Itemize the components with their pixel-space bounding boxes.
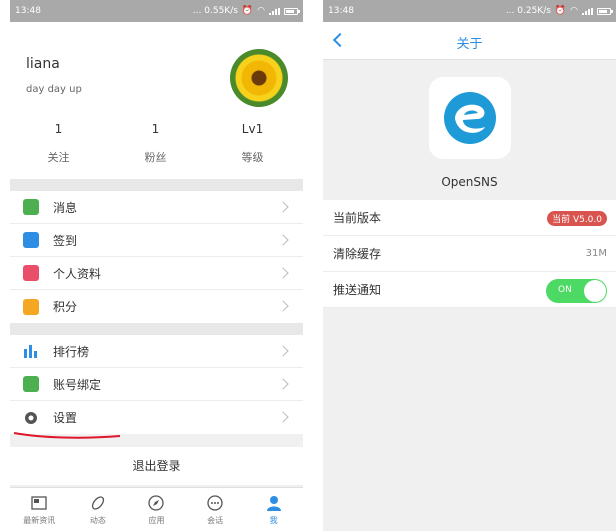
- tab-label: 动态: [89, 515, 106, 525]
- chevron-right-icon: [277, 267, 289, 279]
- stat-value: Lv1: [241, 122, 264, 136]
- tab-activity[interactable]: 动态: [69, 488, 128, 531]
- points-icon: [23, 298, 39, 315]
- checkin-icon: [23, 232, 39, 248]
- row-push-notification: 推送通知 ON: [323, 272, 616, 308]
- menu-item-label: 设置: [53, 411, 78, 425]
- battery-icon: [284, 7, 300, 15]
- user-name: liana: [26, 56, 60, 72]
- chevron-right-icon: [277, 345, 289, 357]
- battery-icon: [597, 7, 613, 15]
- menu-item-messages[interactable]: 消息: [10, 191, 303, 224]
- row-current-version: 当前版本 当前 V5.0.0: [323, 200, 616, 236]
- activity-icon: [89, 494, 107, 512]
- ranking-icon: [23, 343, 39, 359]
- menu-item-label: 账号绑定: [53, 377, 102, 392]
- nav-bar: 关于: [323, 22, 616, 60]
- menu-group-1: 消息 签到 个人资料 积分: [10, 191, 303, 323]
- status-bar: 13:48 ... 0.55K/s ⏰ ◠: [10, 0, 303, 22]
- app-logo-icon: [429, 77, 511, 159]
- tab-label: 最新资讯: [23, 515, 56, 525]
- user-stats: 1 关注 1 粉丝 Lv1 等级: [10, 122, 303, 165]
- apps-compass-icon: [147, 494, 165, 512]
- menu-item-points[interactable]: 积分: [10, 290, 303, 323]
- status-time: 13:48: [15, 6, 41, 16]
- tab-news[interactable]: 最新资讯: [10, 488, 69, 531]
- tab-me[interactable]: 我: [244, 488, 303, 531]
- toggle-state-label: ON: [558, 285, 572, 295]
- settings-gear-icon: [23, 410, 39, 426]
- about-screen: 13:48 ... 0.25K/s ⏰ ◠ 关于 OpenSNS 当前版本 当前…: [323, 0, 616, 531]
- tab-label: 会话: [207, 515, 224, 525]
- stat-label: 关注: [47, 151, 70, 164]
- signal-icon: [269, 7, 280, 15]
- stat-value: 1: [151, 122, 160, 136]
- chevron-right-icon: [277, 300, 289, 312]
- network-speed: ... 0.55K/s: [192, 6, 238, 16]
- push-notification-toggle[interactable]: ON: [546, 279, 607, 303]
- divider: [10, 323, 303, 335]
- row-label: 清除缓存: [333, 247, 382, 261]
- alarm-icon: ⏰: [241, 6, 254, 16]
- profile-header: liana day day up 1 关注 1 粉丝 Lv1 等级: [10, 22, 303, 179]
- stat-followers[interactable]: 1 粉丝: [107, 122, 204, 165]
- stat-label: 等级: [241, 151, 264, 164]
- signal-icon: [582, 7, 593, 15]
- chevron-right-icon: [277, 411, 289, 423]
- stat-value: 1: [54, 122, 63, 136]
- menu-item-profile[interactable]: 个人资料: [10, 257, 303, 290]
- tab-label: 应用: [148, 515, 165, 525]
- avatar[interactable]: [230, 49, 288, 107]
- me-person-icon: [265, 494, 283, 512]
- news-icon: [30, 494, 48, 512]
- logout-button[interactable]: 退出登录: [10, 447, 303, 485]
- network-speed: ... 0.25K/s: [505, 6, 551, 16]
- stat-label: 粉丝: [144, 151, 167, 164]
- alarm-icon: ⏰: [554, 6, 567, 16]
- menu-item-bind-account[interactable]: 账号绑定: [10, 368, 303, 401]
- status-bar: 13:48 ... 0.25K/s ⏰ ◠: [323, 0, 616, 22]
- menu-item-label: 排行榜: [53, 344, 90, 359]
- divider: [10, 179, 303, 191]
- settings-list: 当前版本 当前 V5.0.0 清除缓存 31M 推送通知 ON: [323, 200, 616, 308]
- page-title: 关于: [456, 37, 483, 52]
- bind-account-icon: [23, 376, 39, 392]
- message-icon: [23, 199, 39, 215]
- chevron-right-icon: [277, 378, 289, 390]
- menu-item-label: 积分: [53, 300, 78, 314]
- app-info: OpenSNS: [323, 60, 616, 200]
- wifi-icon: ◠: [570, 6, 578, 16]
- profile-screen: 13:48 ... 0.55K/s ⏰ ◠ liana day day up 1…: [10, 0, 303, 531]
- cache-size: 31M: [585, 248, 607, 259]
- chat-icon: [206, 494, 224, 512]
- profile-card-icon: [23, 265, 39, 281]
- menu-group-2: 排行榜 账号绑定 设置: [10, 335, 303, 434]
- user-motto: day day up: [26, 84, 82, 95]
- menu-item-label: 个人资料: [53, 266, 102, 281]
- toggle-knob: [584, 280, 606, 302]
- bottom-tab-bar: 最新资讯 动态 应用 会话 我: [10, 487, 303, 531]
- menu-item-label: 消息: [53, 200, 78, 215]
- stat-level[interactable]: Lv1 等级: [204, 122, 301, 165]
- row-clear-cache[interactable]: 清除缓存 31M: [323, 236, 616, 272]
- status-time: 13:48: [328, 6, 354, 16]
- chevron-right-icon: [277, 201, 289, 213]
- tab-chat[interactable]: 会话: [186, 488, 245, 531]
- annotation-underline: [13, 432, 121, 439]
- menu-item-label: 签到: [53, 233, 78, 248]
- stat-following[interactable]: 1 关注: [10, 122, 107, 165]
- tab-apps[interactable]: 应用: [127, 488, 186, 531]
- menu-item-checkin[interactable]: 签到: [10, 224, 303, 257]
- menu-item-ranking[interactable]: 排行榜: [10, 335, 303, 368]
- row-label: 当前版本: [333, 211, 382, 225]
- row-label: 推送通知: [333, 283, 382, 297]
- tab-label: 我: [269, 515, 278, 525]
- chevron-right-icon: [277, 234, 289, 246]
- app-name: OpenSNS: [441, 175, 498, 189]
- wifi-icon: ◠: [257, 6, 265, 16]
- version-badge: 当前 V5.0.0: [547, 211, 607, 226]
